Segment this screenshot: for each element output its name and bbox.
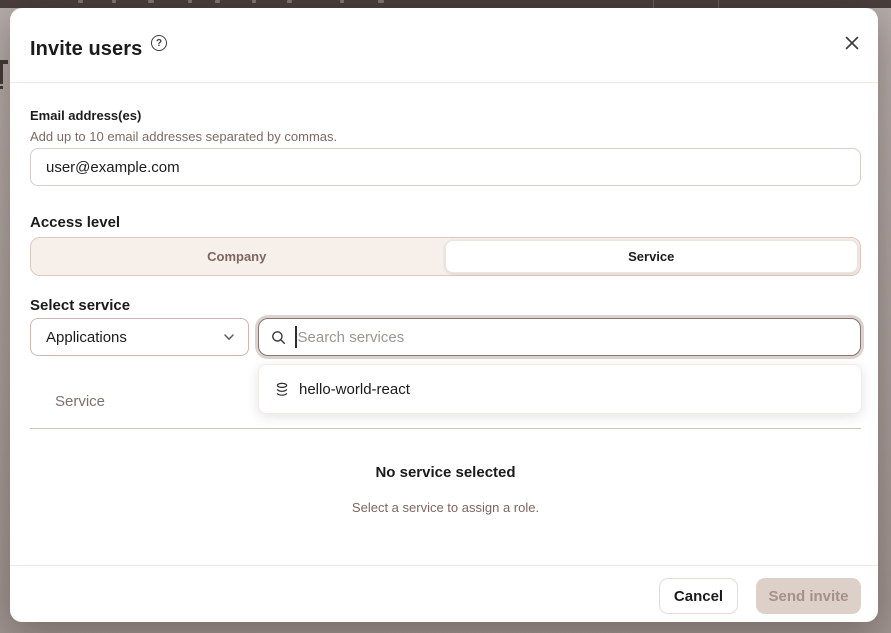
topbar-text-remnant [215, 0, 220, 3]
email-helper: Add up to 10 email addresses separated b… [30, 129, 337, 144]
chevron-down-icon [222, 330, 236, 344]
topbar-text-remnant [287, 0, 292, 3]
text-caret [295, 326, 297, 348]
topbar-text-remnant [340, 0, 344, 3]
segment-company[interactable]: Company [31, 238, 443, 275]
topbar-text-remnant [378, 0, 384, 3]
help-icon[interactable]: ? [151, 35, 167, 51]
search-result-item[interactable]: hello-world-react [259, 365, 861, 413]
search-results-popover: hello-world-react [258, 364, 862, 414]
cancel-button[interactable]: Cancel [659, 578, 738, 614]
topbar-separator [718, 0, 719, 8]
stack-icon [275, 382, 289, 397]
service-category-value: Applications [46, 329, 127, 346]
header-divider [10, 82, 878, 83]
topbar-text-remnant [78, 0, 83, 3]
service-column-header: Service [55, 393, 105, 410]
search-result-label: hello-world-react [299, 381, 410, 398]
background-page-text-fragment [0, 60, 9, 88]
select-service-label: Select service [30, 297, 130, 314]
empty-state-title: No service selected [10, 464, 881, 481]
email-field[interactable] [30, 148, 861, 186]
service-search-input[interactable] [298, 329, 851, 346]
empty-state-subtitle: Select a service to assign a role. [10, 500, 881, 515]
access-level-label: Access level [30, 214, 120, 231]
table-divider [30, 428, 861, 429]
segment-service[interactable]: Service [445, 240, 859, 273]
service-search-box [258, 318, 861, 356]
invite-users-modal: Invite users ? Email address(es) Add up … [10, 8, 878, 622]
modal-title: Invite users [30, 38, 142, 61]
topbar-text-remnant [188, 0, 192, 3]
topbar-separator [653, 0, 654, 8]
search-icon [271, 330, 286, 345]
footer-divider [10, 565, 878, 566]
email-label: Email address(es) [30, 108, 141, 123]
access-level-segmented-control: Company Service [30, 237, 861, 276]
background-topbar [0, 0, 891, 8]
topbar-text-remnant [252, 0, 256, 3]
send-invite-button[interactable]: Send invite [756, 578, 861, 614]
topbar-text-remnant [112, 0, 116, 3]
close-icon[interactable] [840, 31, 864, 55]
service-category-dropdown[interactable]: Applications [30, 318, 249, 356]
topbar-text-remnant [148, 0, 154, 3]
